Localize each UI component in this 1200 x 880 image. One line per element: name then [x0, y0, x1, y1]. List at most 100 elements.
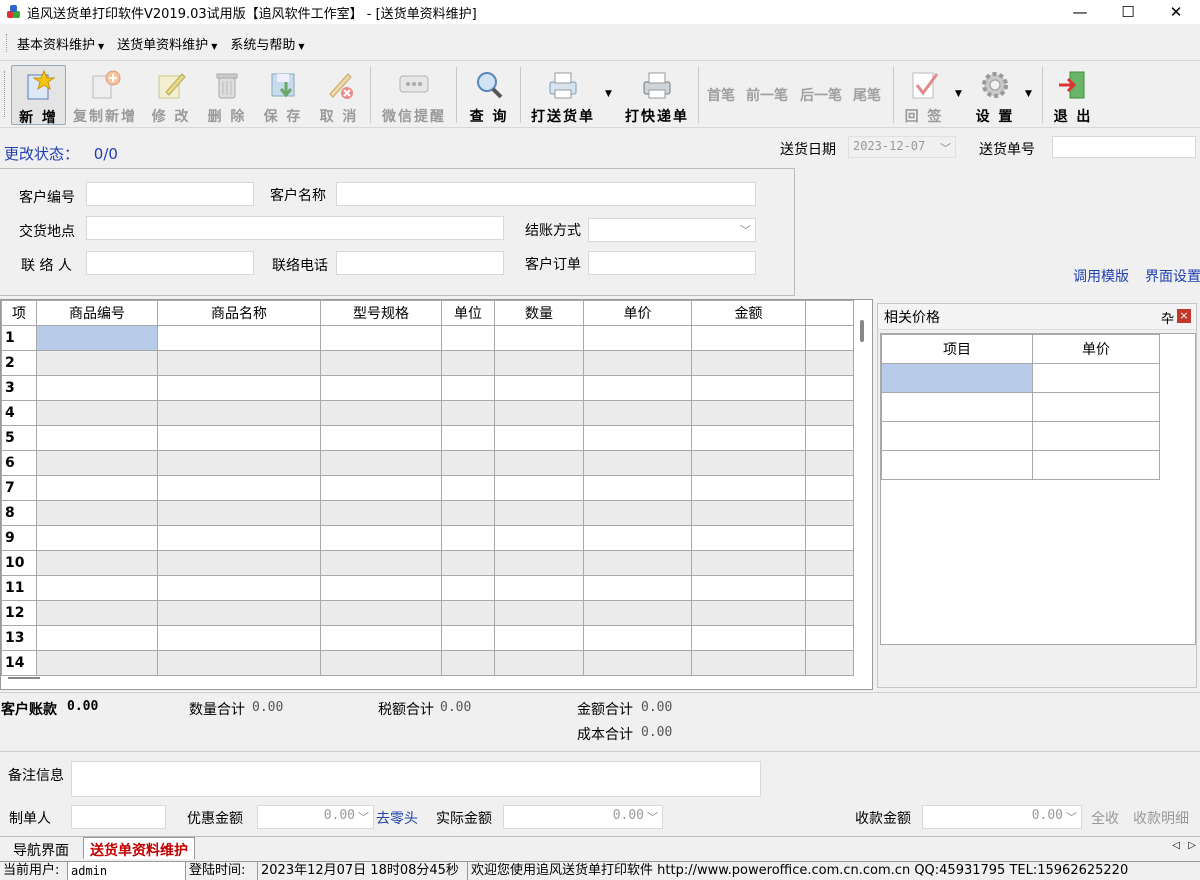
table-cell[interactable]: [881, 363, 1033, 393]
last-record-button[interactable]: 尾笔: [853, 85, 881, 105]
table-cell[interactable]: [805, 500, 854, 526]
table-cell[interactable]: [805, 325, 854, 351]
print-delivery-button[interactable]: 打送货单: [530, 65, 596, 125]
table-cell[interactable]: [691, 575, 806, 601]
table-cell[interactable]: [494, 375, 584, 401]
table-cell[interactable]: [494, 450, 584, 476]
row-number[interactable]: 13: [1, 625, 37, 651]
grid-col-header[interactable]: 商品名称: [157, 300, 321, 326]
table-cell[interactable]: [691, 450, 806, 476]
table-cell[interactable]: [583, 600, 692, 626]
row-number[interactable]: 11: [1, 575, 37, 601]
round-off-link[interactable]: 去零头: [376, 808, 418, 828]
table-cell[interactable]: [441, 450, 495, 476]
table-cell[interactable]: [441, 400, 495, 426]
table-cell[interactable]: [583, 550, 692, 576]
table-cell[interactable]: [805, 475, 854, 501]
table-cell[interactable]: [805, 525, 854, 551]
table-cell[interactable]: [36, 350, 158, 376]
table-cell[interactable]: [157, 325, 321, 351]
table-cell[interactable]: [441, 525, 495, 551]
minimize-button[interactable]: —: [1056, 0, 1104, 24]
row-number[interactable]: 8: [1, 500, 37, 526]
table-cell[interactable]: [494, 325, 584, 351]
table-cell[interactable]: [157, 425, 321, 451]
table-cell[interactable]: [441, 575, 495, 601]
table-cell[interactable]: [441, 350, 495, 376]
table-cell[interactable]: [691, 350, 806, 376]
table-cell[interactable]: [157, 500, 321, 526]
table-cell[interactable]: [494, 500, 584, 526]
receive-amount-field[interactable]: 0.00 ﹀: [922, 805, 1082, 829]
table-cell[interactable]: [691, 425, 806, 451]
table-cell[interactable]: [441, 425, 495, 451]
receive-detail-button[interactable]: 收款明细: [1133, 808, 1189, 828]
row-number[interactable]: 4: [1, 400, 37, 426]
table-cell[interactable]: [805, 625, 854, 651]
menu-delivery-data[interactable]: 送货单资料维护 ▼: [117, 34, 217, 53]
table-cell[interactable]: [691, 650, 806, 676]
remark-field[interactable]: [71, 761, 761, 797]
table-cell[interactable]: [691, 525, 806, 551]
table-cell[interactable]: [583, 475, 692, 501]
table-cell[interactable]: [320, 475, 442, 501]
table-cell[interactable]: [881, 450, 1033, 480]
load-template-link[interactable]: 调用模版: [1073, 266, 1129, 286]
table-cell[interactable]: [583, 650, 692, 676]
table-cell[interactable]: [805, 425, 854, 451]
table-cell[interactable]: [36, 550, 158, 576]
table-cell[interactable]: [805, 650, 854, 676]
table-cell[interactable]: [583, 625, 692, 651]
table-cell[interactable]: [157, 375, 321, 401]
table-cell[interactable]: [583, 375, 692, 401]
grid-col-header[interactable]: 型号规格: [320, 300, 442, 326]
table-cell[interactable]: [691, 600, 806, 626]
table-cell[interactable]: [441, 625, 495, 651]
vertical-scrollbar[interactable]: [860, 320, 864, 342]
ui-settings-link[interactable]: 界面设置: [1145, 266, 1200, 286]
horizontal-scrollbar[interactable]: [8, 677, 40, 679]
sign-back-button[interactable]: 回 签: [901, 65, 947, 125]
table-cell[interactable]: [441, 375, 495, 401]
row-number[interactable]: 3: [1, 375, 37, 401]
tab-navigation[interactable]: 导航界面: [7, 838, 75, 860]
table-cell[interactable]: [157, 600, 321, 626]
tab-delivery-maintenance[interactable]: 送货单资料维护: [83, 837, 195, 859]
table-cell[interactable]: [157, 400, 321, 426]
contact-field[interactable]: [86, 251, 254, 275]
table-cell[interactable]: [691, 500, 806, 526]
new-button[interactable]: 新 增: [11, 65, 66, 126]
chevron-down-icon[interactable]: ▼: [1025, 89, 1032, 99]
maker-field[interactable]: [71, 805, 166, 829]
items-grid[interactable]: 项商品编号 商品名称 型号规格 单位 数量 单价 金额 1 2 3 4 5 6 7 8 9 10 11 12 13 1…: [0, 299, 873, 690]
table-cell[interactable]: [36, 400, 158, 426]
first-record-button[interactable]: 首笔: [707, 85, 735, 105]
row-number[interactable]: 6: [1, 450, 37, 476]
table-cell[interactable]: [1032, 450, 1160, 480]
table-cell[interactable]: [320, 375, 442, 401]
table-cell[interactable]: [441, 475, 495, 501]
table-cell[interactable]: [805, 375, 854, 401]
edit-button[interactable]: 修 改: [148, 65, 194, 125]
delivery-date-picker[interactable]: 2023-12-07 ﹀: [848, 136, 956, 158]
table-cell[interactable]: [36, 650, 158, 676]
table-cell[interactable]: [691, 475, 806, 501]
table-cell[interactable]: [157, 625, 321, 651]
table-cell[interactable]: [36, 575, 158, 601]
grid-col-header[interactable]: 金额: [691, 300, 806, 326]
row-number[interactable]: 5: [1, 425, 37, 451]
tab-scroll-right-icon[interactable]: ▷: [1188, 840, 1196, 851]
table-cell[interactable]: [1032, 363, 1160, 393]
row-number[interactable]: 2: [1, 350, 37, 376]
table-cell[interactable]: [320, 575, 442, 601]
menu-system-help[interactable]: 系统与帮助 ▼: [230, 34, 304, 53]
table-cell[interactable]: [691, 400, 806, 426]
customer-code-field[interactable]: [86, 182, 254, 206]
table-cell[interactable]: [320, 450, 442, 476]
table-cell[interactable]: [691, 375, 806, 401]
wechat-remind-button[interactable]: 微信提醒: [382, 65, 446, 125]
table-cell[interactable]: [320, 350, 442, 376]
table-cell[interactable]: [805, 575, 854, 601]
table-cell[interactable]: [36, 425, 158, 451]
menu-basic-data[interactable]: 基本资料维护 ▼: [17, 34, 104, 53]
